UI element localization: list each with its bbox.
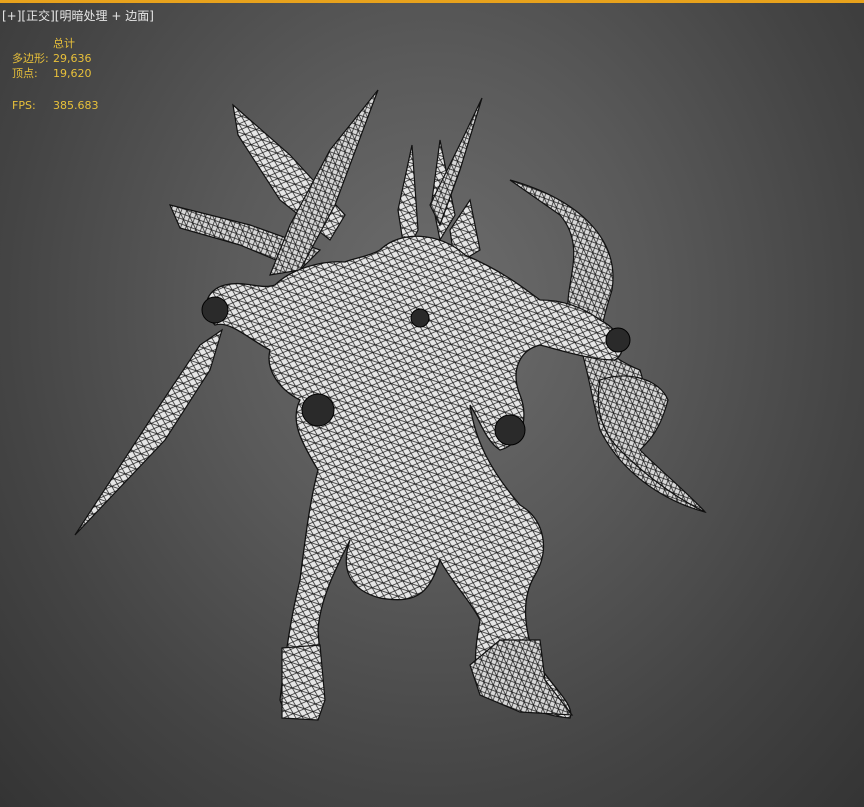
viewport[interactable]: [+][正交][明暗处理 + 边面] 总计 多边形: 29,636 顶点: 19… [0, 0, 864, 807]
model-left-blade [74, 328, 224, 536]
model-body [205, 235, 623, 720]
model-upper-spikes [168, 89, 379, 276]
model-feet [281, 639, 574, 721]
model-right-lower-blade [597, 375, 706, 513]
wireframe-model[interactable] [0, 0, 864, 807]
